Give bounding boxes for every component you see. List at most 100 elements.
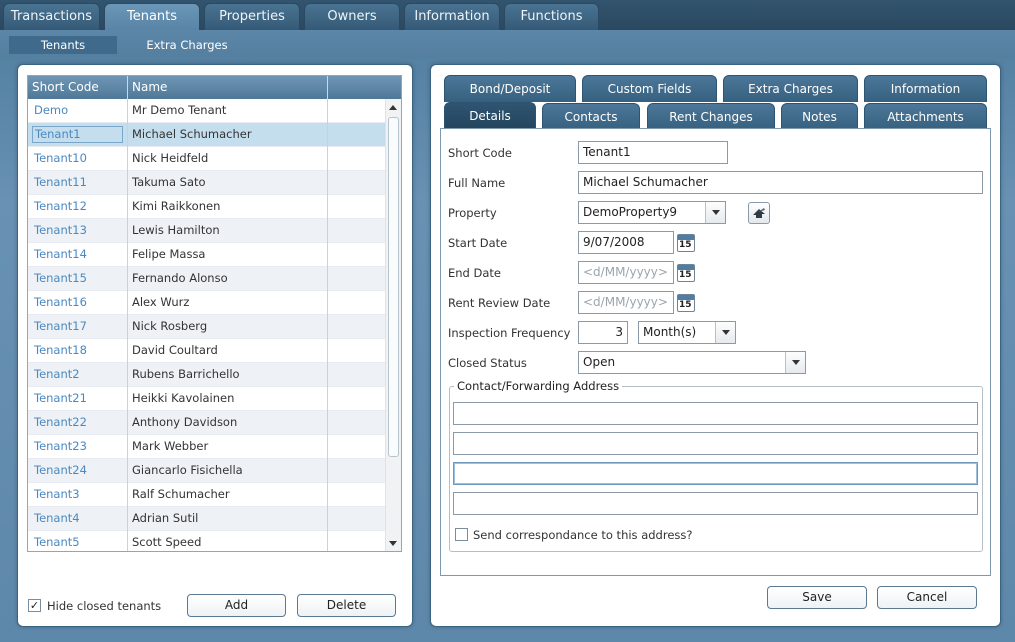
tenant-grid: Short Code Name Demo Mr Demo Tenant Tenan… bbox=[27, 75, 402, 552]
tab-details[interactable]: Details bbox=[444, 102, 536, 129]
full-name-field[interactable]: Michael Schumacher bbox=[578, 171, 983, 194]
cell-short-code: Tenant17 bbox=[28, 315, 128, 339]
inspection-unit-value: Month(s) bbox=[643, 325, 697, 339]
start-date-label: Start Date bbox=[448, 236, 508, 250]
short-code-field[interactable]: Tenant1 bbox=[578, 141, 728, 164]
calendar-day: 15 bbox=[679, 270, 692, 280]
rent-review-date-label: Rent Review Date bbox=[448, 296, 551, 310]
inspection-frequency-field[interactable]: 3 bbox=[578, 321, 628, 344]
property-select[interactable]: DemoProperty9 bbox=[578, 201, 726, 224]
table-row[interactable]: Tenant16 Alex Wurz bbox=[28, 291, 385, 315]
calendar-icon[interactable]: 15 bbox=[677, 234, 695, 252]
table-row[interactable]: Tenant3 Ralf Schumacher bbox=[28, 483, 385, 507]
rent-review-date-field[interactable]: <d/MM/yyyy> bbox=[578, 291, 674, 314]
table-row[interactable]: Tenant10 Nick Heidfeld bbox=[28, 147, 385, 171]
tab-contacts[interactable]: Contacts bbox=[542, 103, 640, 130]
cell-name: Lewis Hamilton bbox=[128, 219, 328, 243]
cell-short-code: Demo bbox=[28, 99, 128, 123]
address-line-4[interactable] bbox=[453, 492, 978, 515]
column-header-name[interactable]: Name bbox=[128, 76, 328, 99]
tab-properties[interactable]: Properties bbox=[204, 3, 300, 30]
closed-status-label: Closed Status bbox=[448, 356, 527, 370]
table-row[interactable]: Tenant18 David Coultard bbox=[28, 339, 385, 363]
table-row-selected[interactable]: Tenant1 Michael Schumacher bbox=[28, 123, 385, 147]
tab-rent-changes[interactable]: Rent Changes bbox=[647, 103, 775, 130]
tab-bond-deposit[interactable]: Bond/Deposit bbox=[444, 75, 576, 102]
tab-notes[interactable]: Notes bbox=[781, 103, 858, 130]
table-row[interactable]: Tenant5 Scott Speed bbox=[28, 531, 385, 551]
table-row[interactable]: Demo Mr Demo Tenant bbox=[28, 99, 385, 123]
cell-short-code: Tenant16 bbox=[28, 291, 128, 315]
inspection-unit-select[interactable]: Month(s) bbox=[638, 321, 736, 344]
cell-name: Mr Demo Tenant bbox=[128, 99, 328, 123]
add-button[interactable]: Add bbox=[187, 594, 286, 617]
cell-short-code: Tenant2 bbox=[28, 363, 128, 387]
table-row[interactable]: Tenant21 Heikki Kavolainen bbox=[28, 387, 385, 411]
cell-name: Kimi Raikkonen bbox=[128, 195, 328, 219]
table-row[interactable]: Tenant12 Kimi Raikkonen bbox=[28, 195, 385, 219]
cell-name: Anthony Davidson bbox=[128, 411, 328, 435]
calendar-icon[interactable]: 15 bbox=[677, 294, 695, 312]
cell-name: Heikki Kavolainen bbox=[128, 387, 328, 411]
table-row[interactable]: Tenant4 Adrian Sutil bbox=[28, 507, 385, 531]
tab-attachments[interactable]: Attachments bbox=[864, 103, 987, 130]
start-date-field[interactable]: 9/07/2008 bbox=[578, 231, 674, 254]
hide-closed-label: Hide closed tenants bbox=[47, 599, 162, 613]
subtab-extra-charges[interactable]: Extra Charges bbox=[133, 36, 241, 54]
table-row[interactable]: Tenant15 Fernando Alonso bbox=[28, 267, 385, 291]
delete-button[interactable]: Delete bbox=[297, 594, 396, 617]
scroll-up-icon[interactable] bbox=[389, 105, 397, 110]
table-row[interactable]: Tenant14 Felipe Massa bbox=[28, 243, 385, 267]
tab-information-detail[interactable]: Information bbox=[864, 75, 987, 102]
cell-name: Rubens Barrichello bbox=[128, 363, 328, 387]
cell-name: Scott Speed bbox=[128, 531, 328, 551]
subtab-tenants[interactable]: Tenants bbox=[9, 36, 117, 54]
scroll-thumb[interactable] bbox=[388, 117, 399, 457]
property-value: DemoProperty9 bbox=[583, 205, 678, 219]
tab-custom-fields[interactable]: Custom Fields bbox=[582, 75, 717, 102]
tab-tenants[interactable]: Tenants bbox=[104, 3, 200, 30]
table-row[interactable]: Tenant2 Rubens Barrichello bbox=[28, 363, 385, 387]
cell-name: David Coultard bbox=[128, 339, 328, 363]
tab-owners[interactable]: Owners bbox=[304, 3, 400, 30]
table-row[interactable]: Tenant22 Anthony Davidson bbox=[28, 411, 385, 435]
table-row[interactable]: Tenant24 Giancarlo Fisichella bbox=[28, 459, 385, 483]
send-correspondence-checkbox[interactable] bbox=[455, 528, 468, 541]
property-lookup-button[interactable] bbox=[748, 202, 770, 224]
cell-short-code: Tenant24 bbox=[28, 459, 128, 483]
column-header-short-code[interactable]: Short Code bbox=[28, 76, 128, 99]
table-row[interactable]: Tenant23 Mark Webber bbox=[28, 435, 385, 459]
cell-short-code: Tenant14 bbox=[28, 243, 128, 267]
cell-short-code: Tenant12 bbox=[28, 195, 128, 219]
address-line-2[interactable] bbox=[453, 432, 978, 455]
tab-information[interactable]: Information bbox=[404, 3, 500, 30]
calendar-icon[interactable]: 15 bbox=[677, 264, 695, 282]
chevron-down-icon[interactable] bbox=[715, 322, 735, 343]
cell-name: Ralf Schumacher bbox=[128, 483, 328, 507]
cell-name: Adrian Sutil bbox=[128, 507, 328, 531]
scroll-down-icon[interactable] bbox=[389, 541, 397, 546]
table-row[interactable]: Tenant13 Lewis Hamilton bbox=[28, 219, 385, 243]
chevron-down-icon[interactable] bbox=[705, 202, 725, 223]
cell-short-code: Tenant15 bbox=[28, 267, 128, 291]
table-row[interactable]: Tenant17 Nick Rosberg bbox=[28, 315, 385, 339]
chevron-down-icon[interactable] bbox=[785, 352, 805, 373]
cell-short-code: Tenant11 bbox=[28, 171, 128, 195]
cell-name: Felipe Massa bbox=[128, 243, 328, 267]
tab-extra-charges[interactable]: Extra Charges bbox=[723, 75, 858, 102]
hide-closed-checkbox[interactable]: ✓ bbox=[28, 599, 41, 612]
cell-name: Giancarlo Fisichella bbox=[128, 459, 328, 483]
vertical-scrollbar[interactable] bbox=[385, 99, 401, 551]
end-date-field[interactable]: <d/MM/yyyy> bbox=[578, 261, 674, 284]
address-line-3[interactable] bbox=[453, 462, 978, 485]
table-row[interactable]: Tenant11 Takuma Sato bbox=[28, 171, 385, 195]
cell-short-code: Tenant5 bbox=[28, 531, 128, 551]
inspection-frequency-label: Inspection Frequency bbox=[448, 326, 571, 340]
tab-transactions[interactable]: Transactions bbox=[3, 3, 100, 30]
cell-name: Nick Heidfeld bbox=[128, 147, 328, 171]
cancel-button[interactable]: Cancel bbox=[877, 586, 977, 609]
closed-status-select[interactable]: Open bbox=[578, 351, 806, 374]
tab-functions[interactable]: Functions bbox=[504, 3, 599, 30]
save-button[interactable]: Save bbox=[767, 586, 867, 609]
address-line-1[interactable] bbox=[453, 402, 978, 425]
